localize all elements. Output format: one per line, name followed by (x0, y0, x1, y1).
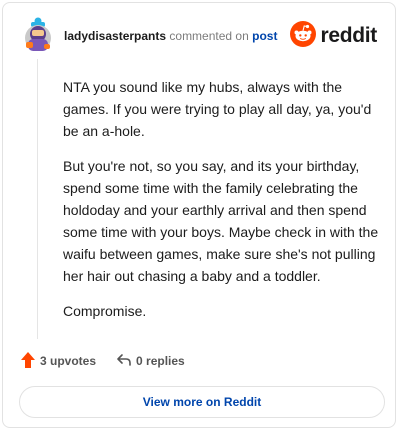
reply-control[interactable]: 0 replies (116, 353, 185, 370)
view-more-button[interactable]: View more on Reddit (19, 386, 385, 418)
reply-icon[interactable] (116, 353, 132, 370)
thread-line (37, 59, 38, 339)
comment-header: ladydisasterpants commented on post redd… (22, 17, 379, 57)
username-link[interactable]: ladydisasterpants (64, 29, 166, 43)
upvote-arrow-icon[interactable] (20, 351, 36, 372)
comment-paragraph-3: Compromise. (63, 303, 147, 319)
reddit-logo[interactable]: reddit (290, 20, 377, 52)
comment-paragraph-2: But you're not, so you say, and its your… (63, 158, 379, 284)
reddit-wordmark: reddit (320, 24, 377, 47)
comment-body: NTA you sound like my hubs, always with … (63, 76, 383, 335)
embedded-comment-card: ladydisasterpants commented on post redd… (2, 2, 396, 428)
post-link[interactable]: post (252, 29, 277, 43)
avatar[interactable] (22, 17, 54, 53)
comment-paragraph-1: NTA you sound like my hubs, always with … (63, 79, 372, 139)
reddit-alien-icon (290, 20, 317, 52)
upvote-control[interactable]: 3 upvotes (20, 351, 96, 372)
upvote-count: 3 upvotes (40, 354, 97, 368)
reply-count: 0 replies (136, 354, 185, 368)
comment-footer: 3 upvotes 0 replies (20, 349, 185, 373)
comment-byline: ladydisasterpants commented on post (64, 29, 277, 43)
byline-action: commented on (169, 29, 249, 43)
